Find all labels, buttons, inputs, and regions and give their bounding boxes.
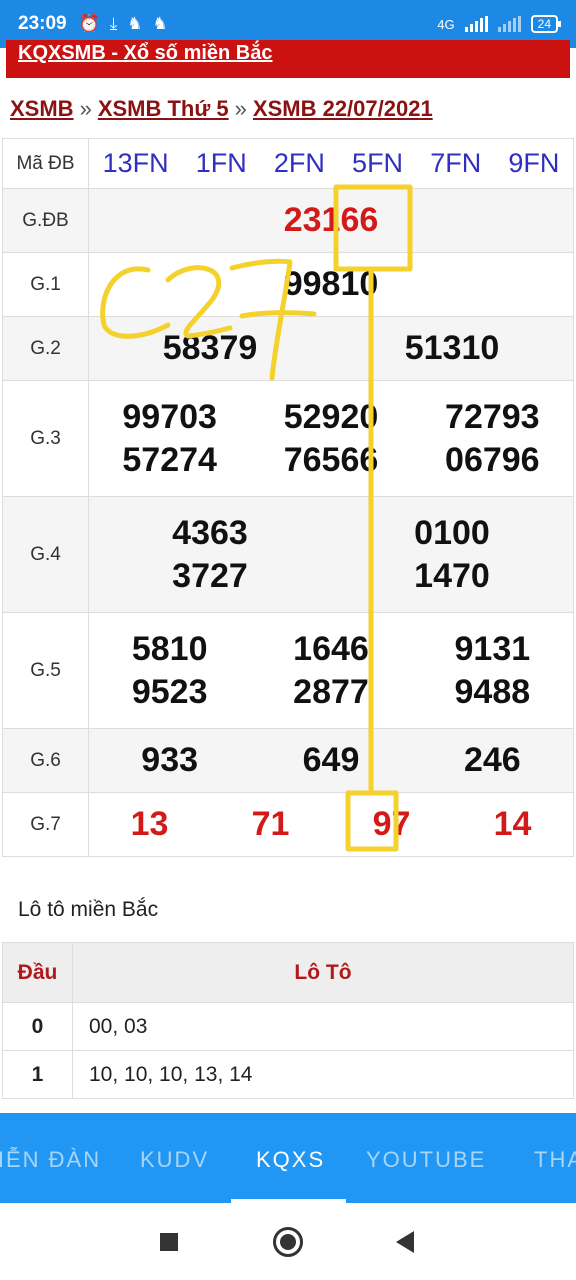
prize-row-g5: G.5 5810 1646 9131 9523 2877 9488 (2, 612, 574, 729)
table-row: 0 00, 03 (2, 1002, 574, 1051)
prize-number: 52920 (283, 397, 379, 436)
code-row: Mã ĐB 13FN 1FN 2FN 5FN 7FN 9FN (2, 138, 574, 189)
prize-label: G.ĐB (2, 188, 89, 253)
battery-icon: 24 (530, 15, 562, 33)
back-icon[interactable] (396, 1231, 414, 1253)
prize-number: 58379 (162, 329, 258, 367)
prize-label: G.3 (2, 380, 89, 497)
prize-label: G.1 (2, 252, 89, 317)
loto-table: Đầu Lô Tô 0 00, 03 1 10, 10, 10, 13, 14 (2, 942, 574, 1099)
prize-label: G.6 (2, 728, 89, 793)
prize-number: 649 (302, 741, 360, 779)
prize-number: 72793 (445, 397, 540, 436)
prize-number: 9523 (131, 672, 208, 711)
download-icon: ⤓ (109, 14, 118, 33)
prize-number: 3727 (172, 556, 248, 595)
loto-values: 00, 03 (72, 1002, 574, 1051)
prize-number: 99703 (122, 397, 217, 436)
special-code: 7FN (430, 148, 482, 178)
prize-number: 9131 (454, 629, 531, 668)
special-code: 2FN (273, 148, 325, 178)
loto-head-column: Đầu (2, 942, 73, 1003)
alarm-icon: ⏰ (78, 14, 100, 33)
prize-number: 14 (493, 805, 532, 843)
prize-number: 76566 (283, 440, 379, 479)
prize-number: 97 (372, 805, 411, 843)
prize-number: 246 (463, 741, 521, 779)
prize-number: 06796 (445, 440, 540, 479)
loto-head: 1 (2, 1050, 73, 1099)
prize-label: G.7 (2, 792, 89, 857)
special-prize-number: 23166 (283, 201, 379, 239)
prize-number: 4363 (172, 513, 248, 552)
prize-label: G.4 (2, 496, 89, 613)
loto-values: 10, 10, 10, 13, 14 (72, 1050, 574, 1099)
breadcrumb: XSMB» XSMB Thứ 5» XSMB 22/07/2021 (10, 96, 433, 122)
prize-label: G.2 (2, 316, 89, 381)
prize-row-g2: G.2 58379 51310 (2, 316, 574, 381)
breadcrumb-separator: » (234, 96, 247, 121)
nav-tab-youtube[interactable]: YOUTUBE (366, 1147, 486, 1173)
prize-number: 51310 (404, 329, 500, 367)
prize-number: 57274 (122, 440, 217, 479)
breadcrumb-xsmb[interactable]: XSMB (10, 96, 74, 121)
breadcrumb-separator: » (79, 96, 92, 121)
prize-number: 99810 (283, 265, 379, 303)
special-code: 1FN (195, 148, 247, 178)
loto-header: Đầu Lô Tô (2, 942, 574, 1003)
page-banner[interactable]: KQXSMB - Xổ số miền Bắc (6, 40, 570, 78)
prize-number: 9488 (454, 672, 531, 711)
prize-row-g6: G.6 933 649 246 (2, 728, 574, 793)
nav-tab-forum[interactable]: DIỄN ĐÀN (0, 1147, 101, 1173)
nav-tab-kudv[interactable]: KUDV (140, 1147, 209, 1173)
prize-row-g3: G.3 99703 52920 72793 57274 76566 06796 (2, 380, 574, 497)
breadcrumb-date[interactable]: XSMB 22/07/2021 (253, 96, 433, 121)
prize-row-special: G.ĐB 23166 (2, 188, 574, 253)
breadcrumb-xsmb-thu5[interactable]: XSMB Thứ 5 (98, 96, 229, 121)
status-time: 23:09 (18, 13, 67, 34)
signal-icon (464, 16, 488, 32)
prize-number: 1470 (414, 556, 490, 595)
network-type: 4G (437, 16, 455, 32)
nav-tab-more[interactable]: THA (534, 1147, 576, 1173)
special-code: 9FN (508, 148, 560, 178)
special-code: 13FN (102, 148, 169, 178)
loto-head: 0 (2, 1002, 73, 1051)
nav-tab-kqxs[interactable]: KQXS (256, 1147, 325, 1173)
home-icon[interactable] (273, 1227, 303, 1257)
prize-number: 0100 (414, 513, 490, 552)
prize-number: 71 (251, 805, 290, 843)
loto-section-title: Lô tô miền Bắc (18, 898, 159, 921)
prize-number: 2877 (293, 672, 369, 711)
results-table: Mã ĐB 13FN 1FN 2FN 5FN 7FN 9FN G.ĐB 2316… (2, 138, 574, 857)
loto-values-column: Lô Tô (72, 942, 574, 1003)
prize-row-g7: G.7 13 71 97 14 (2, 792, 574, 857)
prize-number: 933 (141, 741, 199, 779)
prize-number: 13 (130, 805, 169, 843)
app-notification-icon: ♞ (127, 14, 143, 33)
recent-apps-icon[interactable] (160, 1233, 178, 1251)
prize-row-g1: G.1 99810 (2, 252, 574, 317)
system-nav-bar (0, 1203, 576, 1280)
app-notification-icon-2: ♞ (152, 14, 168, 33)
prize-row-g4: G.4 4363 0100 3727 1470 (2, 496, 574, 613)
prize-number: 1646 (293, 629, 369, 668)
signal-icon-2 (497, 16, 521, 32)
bottom-nav: DIỄN ĐÀN KUDV KQXS YOUTUBE THA (0, 1113, 576, 1203)
code-label: Mã ĐB (2, 138, 89, 189)
prize-number: 5810 (131, 629, 208, 668)
table-row: 1 10, 10, 10, 13, 14 (2, 1050, 574, 1099)
prize-label: G.5 (2, 612, 89, 729)
special-code: 5FN (352, 148, 404, 178)
